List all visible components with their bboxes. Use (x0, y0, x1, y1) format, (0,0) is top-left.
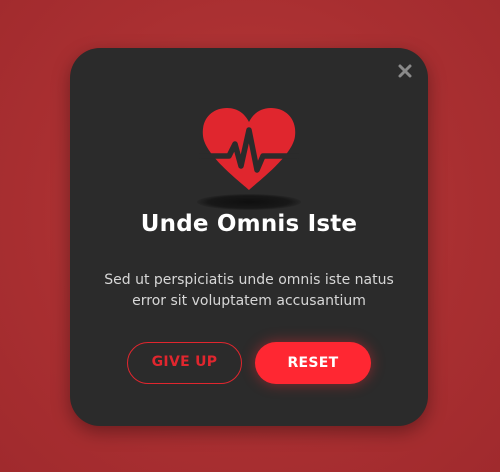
give-up-button[interactable]: GIVE UP (127, 342, 242, 384)
close-button[interactable] (396, 62, 414, 80)
reset-button[interactable]: RESET (255, 342, 371, 384)
dialog-description: Sed ut perspiciatis unde omnis iste natu… (104, 272, 394, 309)
dialog-title: Unde Omnis Iste (140, 211, 358, 237)
heart-shadow (197, 194, 301, 210)
heart-pulse-icon (198, 104, 300, 194)
close-icon (398, 64, 412, 78)
dialog: Unde Omnis Iste Sed ut perspiciatis unde… (70, 48, 428, 426)
